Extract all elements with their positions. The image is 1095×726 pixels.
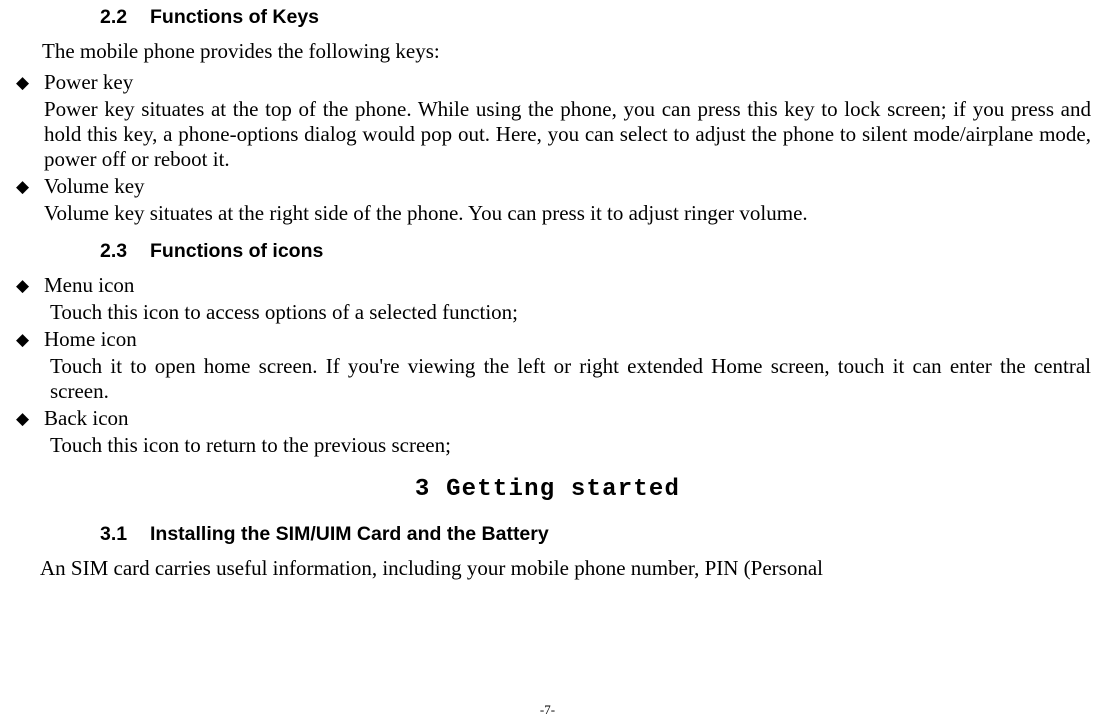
heading-3-1: 3.1Installing the SIM/UIM Card and the B… (100, 523, 1091, 546)
item-desc: Power key situates at the top of the pho… (44, 97, 1091, 172)
heading-title: Installing the SIM/UIM Card and the Batt… (150, 523, 549, 545)
heading-title: Functions of icons (150, 240, 323, 262)
list-item: Volume key Volume key situates at the ri… (44, 174, 1091, 226)
icons-list: Menu icon Touch this icon to access opti… (4, 273, 1091, 458)
item-desc: Touch this icon to return to the previou… (44, 433, 1091, 458)
item-desc: Touch this icon to access options of a s… (44, 300, 1091, 325)
item-title: Home icon (44, 327, 1091, 352)
item-desc: Volume key situates at the right side of… (44, 201, 1091, 226)
heading-num: 2.2 (100, 6, 150, 29)
list-item: Menu icon Touch this icon to access opti… (44, 273, 1091, 325)
chapter-3-title: 3 Getting started (4, 476, 1091, 503)
list-item: Home icon Touch it to open home screen. … (44, 327, 1091, 404)
heading-title: Functions of Keys (150, 6, 319, 28)
list-item: Back icon Touch this icon to return to t… (44, 406, 1091, 458)
heading-2-2: 2.2Functions of Keys (100, 6, 1091, 29)
sim-paragraph: An SIM card carries useful information, … (4, 556, 1091, 581)
item-desc: Touch it to open home screen. If you're … (44, 354, 1091, 404)
heading-num: 3.1 (100, 523, 150, 546)
page-number: -7- (0, 702, 1095, 718)
item-title: Back icon (44, 406, 1091, 431)
keys-list: Power key Power key situates at the top … (4, 70, 1091, 226)
keys-intro: The mobile phone provides the following … (42, 39, 1091, 64)
heading-2-3: 2.3Functions of icons (100, 240, 1091, 263)
item-title: Volume key (44, 174, 1091, 199)
item-title: Menu icon (44, 273, 1091, 298)
list-item: Power key Power key situates at the top … (44, 70, 1091, 172)
item-title: Power key (44, 70, 1091, 95)
heading-num: 2.3 (100, 240, 150, 263)
